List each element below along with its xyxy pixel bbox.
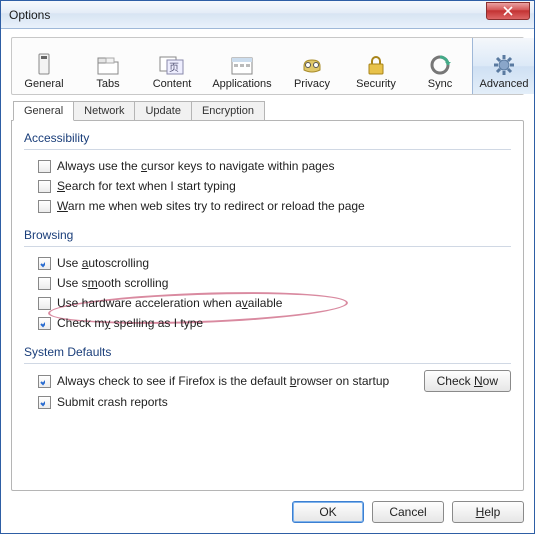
chk-label: Use autoscrolling bbox=[57, 256, 149, 270]
tabs-icon bbox=[94, 53, 122, 77]
subtab-encryption[interactable]: Encryption bbox=[191, 101, 265, 120]
window-title: Options bbox=[9, 8, 486, 22]
category-toolbar: General Tabs 页 Content Applications bbox=[11, 37, 524, 95]
chk-label: Search for text when I start typing bbox=[57, 179, 236, 193]
help-button[interactable]: Help bbox=[452, 501, 524, 523]
checkbox[interactable] bbox=[38, 317, 51, 330]
category-applications[interactable]: Applications bbox=[204, 38, 280, 94]
category-label: Content bbox=[153, 78, 192, 90]
checkbox[interactable] bbox=[38, 396, 51, 409]
chk-search-text[interactable]: Search for text when I start typing bbox=[24, 176, 511, 196]
ok-button[interactable]: OK bbox=[292, 501, 364, 523]
category-label: Tabs bbox=[96, 78, 119, 90]
chk-cursor-keys[interactable]: Always use the cursor keys to navigate w… bbox=[24, 156, 511, 176]
titlebar: Options bbox=[1, 1, 534, 29]
checkbox[interactable] bbox=[38, 277, 51, 290]
close-icon bbox=[503, 6, 513, 16]
chk-crash-reports[interactable]: Submit crash reports bbox=[24, 392, 511, 412]
subtab-network[interactable]: Network bbox=[73, 101, 135, 120]
check-now-button[interactable]: Check Now bbox=[424, 370, 511, 392]
chk-warn-redirect[interactable]: Warn me when web sites try to redirect o… bbox=[24, 196, 511, 216]
category-privacy[interactable]: Privacy bbox=[280, 38, 344, 94]
chk-label: Use hardware acceleration when available bbox=[57, 296, 282, 310]
chk-label: Always use the cursor keys to navigate w… bbox=[57, 159, 334, 173]
dialog-footer: OK Cancel Help bbox=[11, 501, 524, 523]
chk-hardware-acceleration[interactable]: Use hardware acceleration when available bbox=[24, 293, 511, 313]
group-browsing: Browsing Use autoscrolling Use smooth sc… bbox=[24, 228, 511, 333]
chk-label: Use smooth scrolling bbox=[57, 276, 168, 290]
general-icon bbox=[30, 53, 58, 77]
chk-autoscrolling[interactable]: Use autoscrolling bbox=[24, 253, 511, 273]
general-panel: Accessibility Always use the cursor keys… bbox=[11, 120, 524, 491]
security-icon bbox=[362, 53, 390, 77]
chk-default-browser[interactable]: Always check to see if Firefox is the de… bbox=[24, 371, 414, 391]
chk-spell-check[interactable]: Check my spelling as I type bbox=[24, 313, 511, 333]
chk-smooth-scrolling[interactable]: Use smooth scrolling bbox=[24, 273, 511, 293]
sync-icon bbox=[426, 53, 454, 77]
group-title: Accessibility bbox=[24, 131, 511, 145]
category-tabs[interactable]: Tabs bbox=[76, 38, 140, 94]
category-label: Applications bbox=[212, 78, 271, 90]
subtab-row: General Network Update Encryption bbox=[11, 101, 524, 120]
category-label: Advanced bbox=[480, 78, 529, 90]
privacy-icon bbox=[298, 53, 326, 77]
cancel-button[interactable]: Cancel bbox=[372, 501, 444, 523]
category-label: Privacy bbox=[294, 78, 330, 90]
checkbox[interactable] bbox=[38, 160, 51, 173]
checkbox[interactable] bbox=[38, 200, 51, 213]
checkbox[interactable] bbox=[38, 257, 51, 270]
group-accessibility: Accessibility Always use the cursor keys… bbox=[24, 131, 511, 216]
close-button[interactable] bbox=[486, 2, 530, 20]
category-sync[interactable]: Sync bbox=[408, 38, 472, 94]
category-security[interactable]: Security bbox=[344, 38, 408, 94]
subtab-general[interactable]: General bbox=[13, 101, 74, 121]
chk-label: Warn me when web sites try to redirect o… bbox=[57, 199, 365, 213]
svg-text:页: 页 bbox=[169, 62, 179, 74]
group-system-defaults: System Defaults Always check to see if F… bbox=[24, 345, 511, 412]
group-title: Browsing bbox=[24, 228, 511, 242]
category-label: General bbox=[24, 78, 63, 90]
checkbox[interactable] bbox=[38, 180, 51, 193]
group-title: System Defaults bbox=[24, 345, 511, 359]
chk-label: Submit crash reports bbox=[57, 395, 168, 409]
category-advanced[interactable]: Advanced bbox=[472, 38, 534, 94]
subtab-update[interactable]: Update bbox=[134, 101, 191, 120]
checkbox[interactable] bbox=[38, 375, 51, 388]
category-content[interactable]: 页 Content bbox=[140, 38, 204, 94]
chk-label: Check my spelling as I type bbox=[57, 316, 203, 330]
chk-label: Always check to see if Firefox is the de… bbox=[57, 374, 389, 388]
client-area: General Tabs 页 Content Applications bbox=[1, 29, 534, 533]
content-icon: 页 bbox=[158, 53, 186, 77]
checkbox[interactable] bbox=[38, 297, 51, 310]
category-general[interactable]: General bbox=[12, 38, 76, 94]
advanced-icon bbox=[490, 53, 518, 77]
category-label: Sync bbox=[428, 78, 452, 90]
category-label: Security bbox=[356, 78, 396, 90]
options-dialog: Options General Tabs bbox=[0, 0, 535, 534]
applications-icon bbox=[228, 53, 256, 77]
